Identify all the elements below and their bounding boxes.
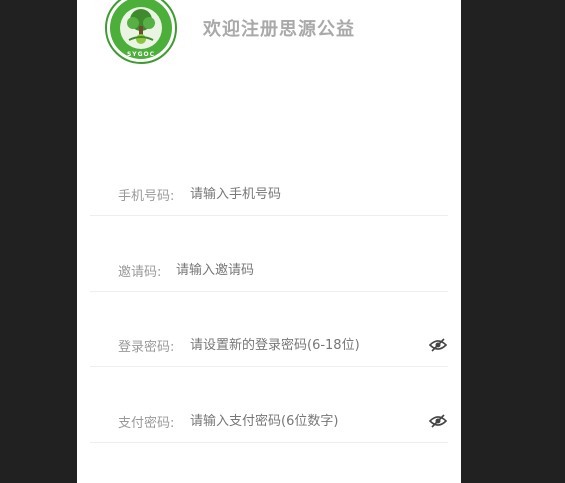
phone-label: 手机号码: (118, 189, 175, 204)
logo-text: SYGOC (127, 51, 155, 58)
pay-password-label: 支付密码: (118, 416, 175, 431)
pay-password-row: 支付密码: (90, 402, 448, 443)
invite-row: 邀请码: (90, 251, 448, 292)
invite-code-input[interactable] (176, 259, 426, 281)
pay-password-input[interactable] (190, 410, 415, 432)
sygoc-logo: SYGOC (105, 0, 177, 64)
phone-input[interactable] (190, 183, 430, 205)
login-password-input[interactable] (190, 334, 415, 356)
invite-label: 邀请码: (118, 265, 162, 280)
eye-hidden-icon[interactable] (428, 336, 448, 354)
phone-row: 手机号码: (90, 175, 448, 216)
welcome-title: 欢迎注册思源公益 (203, 19, 355, 40)
eye-hidden-icon[interactable] (428, 412, 448, 430)
login-password-row: 登录密码: (90, 326, 448, 367)
login-password-label: 登录密码: (118, 340, 175, 355)
register-screen: SYGOC 欢迎注册思源公益 手机号码: 邀请码: 登录密码: 支付密码: (77, 0, 461, 483)
